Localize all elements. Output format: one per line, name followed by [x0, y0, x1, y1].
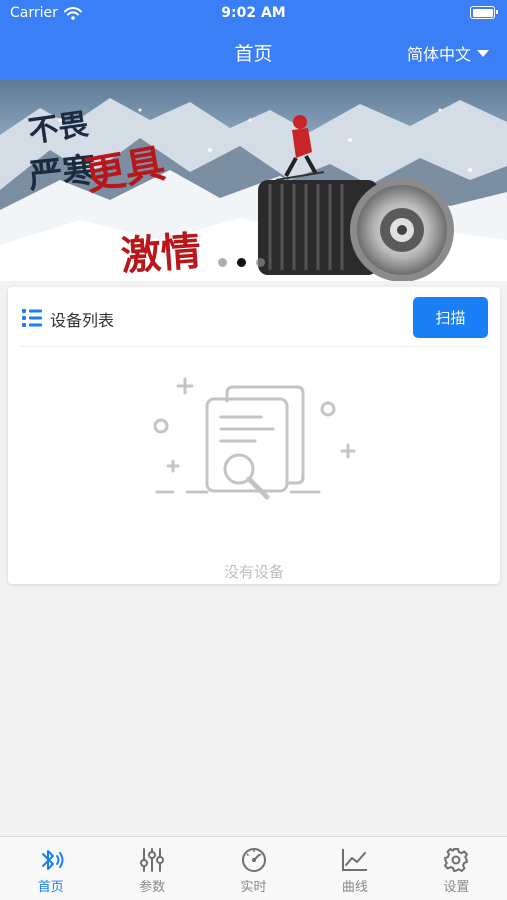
tab-bar: 首页 参数 实时 曲线 设置	[0, 836, 507, 900]
tab-curve[interactable]: 曲线	[304, 837, 405, 900]
svg-text:激情: 激情	[119, 228, 202, 280]
device-list-title: 设备列表	[50, 311, 115, 330]
language-label: 简体中文	[406, 45, 471, 64]
app-header: Carrier 9:02 AM 首页 简体中文	[0, 0, 507, 80]
language-selector[interactable]: 简体中文	[407, 41, 489, 65]
battery-icon	[470, 6, 498, 19]
carousel-dot[interactable]	[256, 258, 265, 267]
list-icon	[22, 309, 42, 327]
gear-icon	[444, 848, 469, 872]
line-chart-icon	[341, 849, 367, 871]
scan-button[interactable]: 扫描	[413, 297, 488, 338]
empty-state-illustration	[153, 377, 356, 500]
tab-realtime[interactable]: 实时	[203, 837, 304, 900]
device-list-header: 设备列表 扫描	[20, 287, 488, 347]
tab-settings[interactable]: 设置	[406, 837, 507, 900]
gauge-icon	[241, 848, 266, 872]
empty-state-text: 没有设备	[223, 563, 284, 581]
status-bar: Carrier 9:02 AM	[0, 0, 507, 28]
sliders-icon	[140, 848, 165, 872]
banner-image: 不畏 严寒 更具 激情	[0, 80, 507, 281]
tab-label: 设置	[443, 880, 470, 895]
tab-label: 参数	[139, 880, 166, 895]
caret-down-icon	[477, 49, 489, 57]
banner-carousel[interactable]: 不畏 严寒 更具 激情	[0, 80, 507, 281]
tab-home[interactable]: 首页	[0, 837, 101, 900]
carousel-indicator[interactable]	[218, 258, 265, 267]
device-list-card: 设备列表 扫描 没有设备	[8, 287, 500, 584]
carousel-dot[interactable]	[218, 258, 227, 267]
status-time: 9:02 AM	[221, 5, 286, 21]
tab-label: 曲线	[341, 880, 368, 895]
tab-label: 首页	[37, 880, 64, 895]
carousel-dot-active[interactable]	[237, 258, 246, 267]
tab-label: 实时	[240, 880, 267, 895]
bluetooth-icon	[41, 850, 64, 870]
tab-params[interactable]: 参数	[101, 837, 202, 900]
